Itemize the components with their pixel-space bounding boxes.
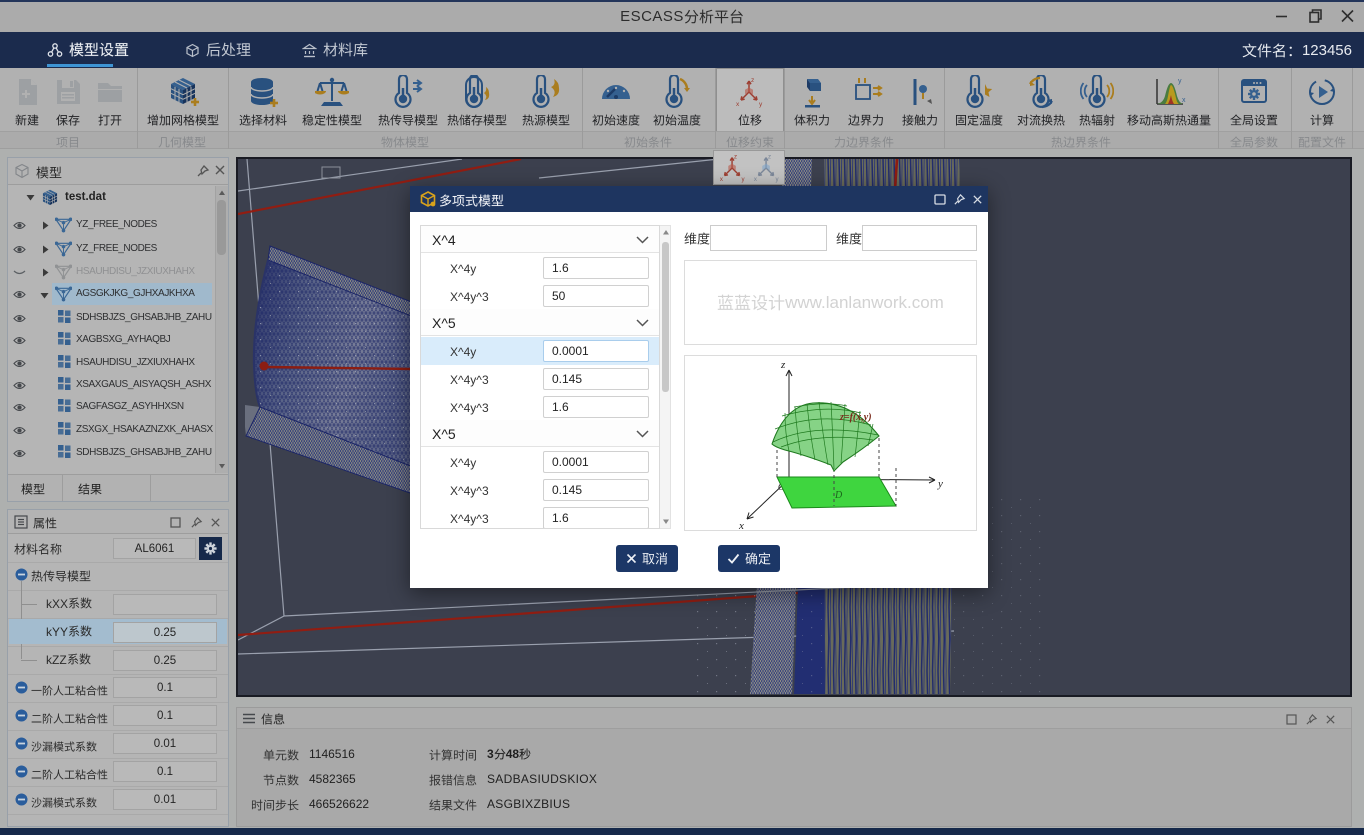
svg-text:z: z xyxy=(734,154,737,161)
svg-text:y: y xyxy=(775,176,779,183)
svg-text:y: y xyxy=(937,478,943,490)
svg-text:x: x xyxy=(736,101,740,108)
svg-text:x: x xyxy=(754,176,757,183)
svg-text:y: y xyxy=(759,101,763,108)
svg-text:x: x xyxy=(738,520,744,530)
svg-text:x: x xyxy=(720,176,723,183)
svg-text:y: y xyxy=(1178,78,1182,85)
svg-text:z=f(x,y): z=f(x,y) xyxy=(839,412,872,423)
svg-text:z: z xyxy=(768,154,771,161)
svg-text:z: z xyxy=(751,77,754,84)
svg-text:y: y xyxy=(741,176,745,183)
svg-text:D: D xyxy=(834,490,843,501)
svg-text:x: x xyxy=(1182,97,1186,104)
svg-text:z: z xyxy=(780,359,786,371)
